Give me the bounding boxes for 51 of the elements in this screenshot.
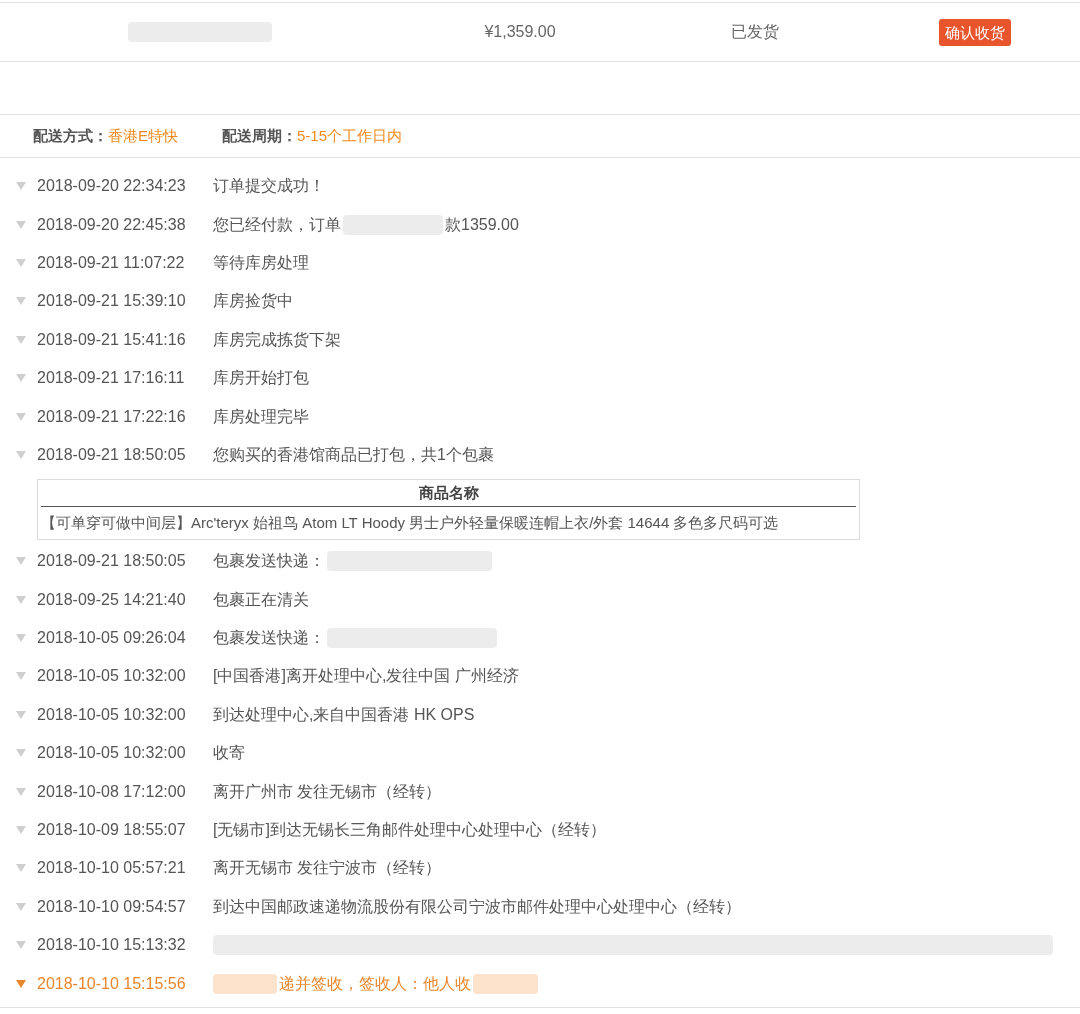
- timeline-message: 款1359.00: [445, 214, 519, 235]
- timestamp: 2018-10-05 10:32:00: [37, 743, 187, 764]
- table-cell-text: 【可单穿可做中间层】Arc'teryx 始祖鸟 Atom LT Hoody 男士户外轻量保暖连帽上衣/外套 14644 多色多尺码可选: [41, 513, 780, 534]
- timeline-message: [中国香港]离开处理中心,发往中国 广州经济: [213, 666, 519, 687]
- timestamp: 2018-10-10 15:13:32: [37, 935, 187, 956]
- timeline-message: 到达中国邮政速递物流股份有限公司宁波市邮件处理中心处理中心（经转）: [213, 896, 741, 917]
- timeline-message: 您已经付款，订单: [213, 214, 341, 235]
- timestamp: 2018-09-25 14:21:40: [37, 589, 187, 610]
- delivery-value: 香港E特快: [108, 125, 178, 146]
- table-header: 商品名称: [417, 483, 480, 504]
- blurred-block: [473, 973, 538, 994]
- confirm-receipt-button[interactable]: 确认收货: [939, 18, 1011, 46]
- timeline-message: 离开无锡市 发往宁波市（经转）: [213, 858, 442, 879]
- timeline-message: 库房捡货中: [213, 291, 293, 312]
- timeline-message: 订单提交成功！: [213, 176, 325, 197]
- timestamp: 2018-10-08 17:12:00: [37, 781, 187, 802]
- timeline-message: 包裹发送快递：: [213, 628, 325, 649]
- delivery-value: 5-15个工作日内: [297, 125, 403, 146]
- timeline-message: [无锡市]到达无锡长三角邮件处理中心处理中心（经转）: [213, 820, 606, 841]
- timeline-message: 库房处理完毕: [213, 406, 309, 427]
- timeline-message: 包裹发送快递：: [213, 551, 325, 572]
- timestamp: 2018-09-21 17:22:16: [37, 406, 187, 427]
- timestamp: 2018-09-21 15:41:16: [37, 329, 187, 350]
- timestamp: 2018-09-20 22:34:23: [37, 176, 187, 197]
- timestamp: 2018-10-10 15:15:56: [37, 973, 187, 994]
- timestamp: 2018-09-21 18:50:05: [37, 551, 187, 572]
- timestamp: 2018-09-21 18:50:05: [37, 444, 187, 465]
- blurred-block: [213, 973, 277, 994]
- timeline-message: 收寄: [213, 743, 245, 764]
- timeline-message: 包裹正在清关: [213, 589, 309, 610]
- timestamp: 2018-10-09 18:55:07: [37, 820, 187, 841]
- timestamp: 2018-09-21 15:39:10: [37, 291, 187, 312]
- timeline-message: 离开广州市 发往无锡市（经转）: [213, 781, 442, 802]
- timestamp: 2018-10-10 09:54:57: [37, 896, 187, 917]
- timestamp: 2018-10-10 05:57:21: [37, 858, 187, 879]
- timestamp: 2018-09-21 11:07:22: [37, 252, 186, 273]
- timestamp: 2018-09-21 17:16:11: [37, 368, 186, 389]
- timeline-message: 库房开始打包: [213, 368, 309, 389]
- timeline-message: 等待库房处理: [213, 252, 309, 273]
- status-text: 已发货: [730, 22, 780, 42]
- timestamp: 2018-10-05 10:32:00: [37, 666, 187, 687]
- price-text: ¥1,359.00: [483, 22, 557, 42]
- delivery-label: 配送方式：: [33, 125, 108, 146]
- timestamp: 2018-10-05 10:32:00: [37, 704, 187, 725]
- timeline-message: 您购买的香港馆商品已打包，共1个包裹: [213, 444, 494, 465]
- delivery-label: 配送周期：: [222, 125, 297, 146]
- timestamp: 2018-09-20 22:45:38: [37, 214, 187, 235]
- timestamp: 2018-10-05 09:26:04: [37, 628, 187, 649]
- timeline-message: 递并签收，签收人：他人收: [279, 973, 471, 994]
- timeline-message: 库房完成拣货下架: [213, 329, 341, 350]
- timeline-message: 到达处理中心,来自中国香港 HK OPS: [213, 704, 475, 725]
